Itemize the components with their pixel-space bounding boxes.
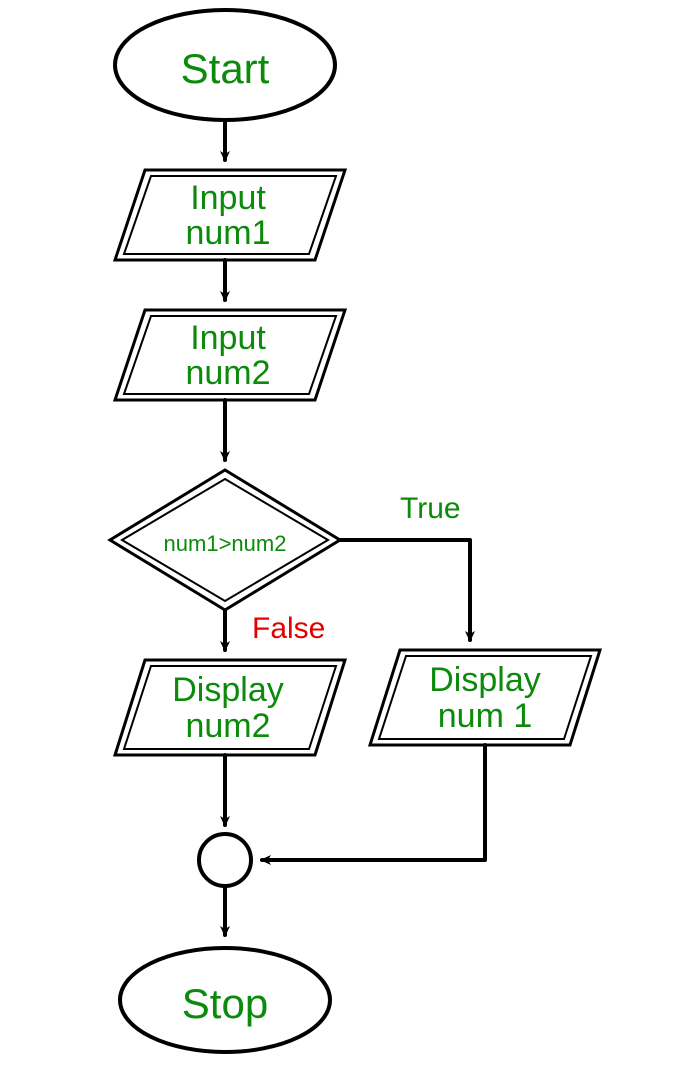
arrow-decision-true (340, 540, 470, 640)
decision-num1-gt-num2: num1>num2 (110, 470, 340, 610)
input-num1-label1: Input (190, 179, 266, 217)
input-num2: Input num2 (115, 310, 345, 400)
display-num1-label1: Display (429, 661, 540, 699)
display-num1-label2: num 1 (438, 697, 533, 735)
arrow-dispnum1-to-connector (262, 745, 485, 860)
start-terminator: Start (115, 10, 335, 120)
input-num2-label2: num2 (185, 354, 270, 392)
input-num1: Input num1 (115, 170, 345, 260)
input-num2-label1: Input (190, 319, 266, 357)
connector-circle (199, 834, 251, 886)
display-num2-label1: Display (172, 671, 283, 709)
display-num2-label2: num2 (185, 707, 270, 745)
decision-false-label: False (252, 612, 325, 645)
stop-terminator: Stop (120, 948, 330, 1052)
decision-true-label: True (400, 492, 461, 525)
start-label: Start (181, 45, 270, 92)
display-num1: Display num 1 (370, 650, 600, 745)
stop-label: Stop (182, 980, 268, 1027)
decision-label: num1>num2 (164, 531, 287, 556)
input-num1-label2: num1 (185, 214, 270, 252)
display-num2: Display num2 (115, 660, 345, 755)
